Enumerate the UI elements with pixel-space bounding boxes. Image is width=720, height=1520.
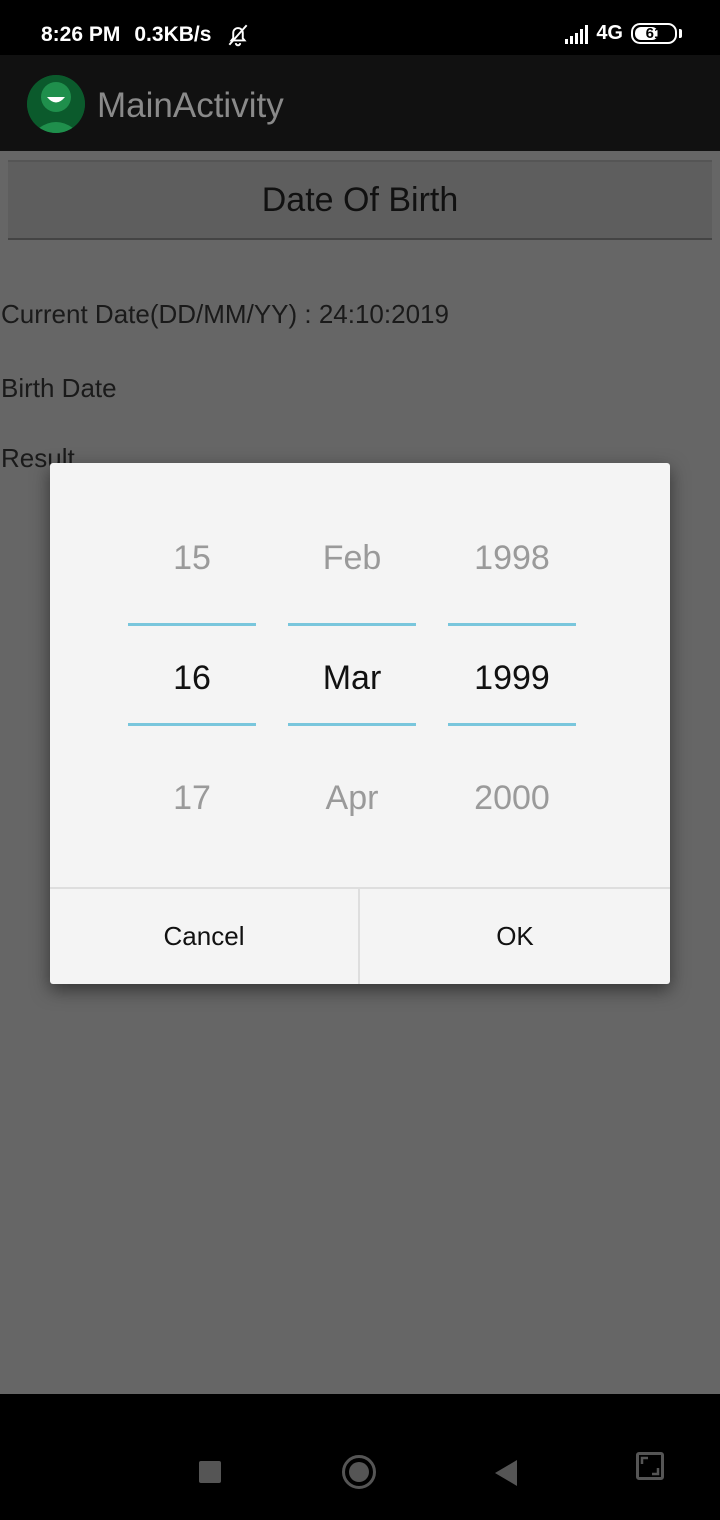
cancel-button[interactable]: Cancel [50, 889, 360, 984]
picker-divider [288, 623, 416, 626]
day-next-value[interactable]: 17 [128, 779, 256, 818]
month-picker[interactable]: Feb Mar Apr [288, 463, 416, 887]
battery-level: 61 [645, 25, 663, 42]
month-prev-value[interactable]: Feb [288, 539, 416, 578]
recents-square-icon[interactable] [199, 1461, 221, 1483]
birth-date-label: Birth Date [1, 373, 117, 403]
ok-button[interactable]: OK [360, 889, 670, 984]
net-speed: 0.3KB/s [134, 23, 212, 46]
year-current-value[interactable]: 1999 [448, 659, 576, 698]
signal-icon [565, 24, 589, 44]
picker-divider [128, 723, 256, 726]
day-current-value[interactable]: 16 [128, 659, 256, 698]
network-type: 4G [596, 22, 623, 44]
status-left: 8:26 PM 0.3KB/s [41, 22, 251, 48]
picker-divider [288, 723, 416, 726]
date-picker-dialog: 15 16 17 Feb Mar Apr 1998 1999 2000 Canc… [50, 463, 670, 984]
year-next-value[interactable]: 2000 [448, 779, 576, 818]
battery-icon: 61 [631, 23, 677, 44]
back-triangle-icon[interactable] [495, 1460, 517, 1486]
picker-divider [448, 723, 576, 726]
status-time: 8:26 PM [41, 23, 121, 46]
app-bar: MainActivity [0, 55, 720, 151]
dialog-button-row: Cancel OK [50, 887, 670, 984]
app-logo-icon [27, 75, 85, 133]
home-circle-icon[interactable] [342, 1455, 376, 1489]
battery-tip [679, 29, 682, 38]
bell-off-icon [229, 24, 248, 47]
year-prev-value[interactable]: 1998 [448, 539, 576, 578]
current-date-text: Current Date(DD/MM/YY) : 24:10:2019 [1, 299, 449, 329]
month-next-value[interactable]: Apr [288, 779, 416, 818]
date-of-birth-button[interactable]: Date Of Birth [8, 160, 712, 240]
navigation-bar [0, 1394, 720, 1520]
picker-divider [128, 623, 256, 626]
day-picker[interactable]: 15 16 17 [128, 463, 256, 887]
status-bar: 8:26 PM 0.3KB/s 4G 61 [0, 0, 720, 55]
month-current-value[interactable]: Mar [288, 659, 416, 698]
app-title: MainActivity [97, 86, 284, 125]
picker-divider [448, 623, 576, 626]
day-prev-value[interactable]: 15 [128, 539, 256, 578]
status-right: 4G 61 [565, 22, 682, 45]
year-picker[interactable]: 1998 1999 2000 [448, 463, 576, 887]
rotate-icon[interactable] [636, 1452, 664, 1480]
